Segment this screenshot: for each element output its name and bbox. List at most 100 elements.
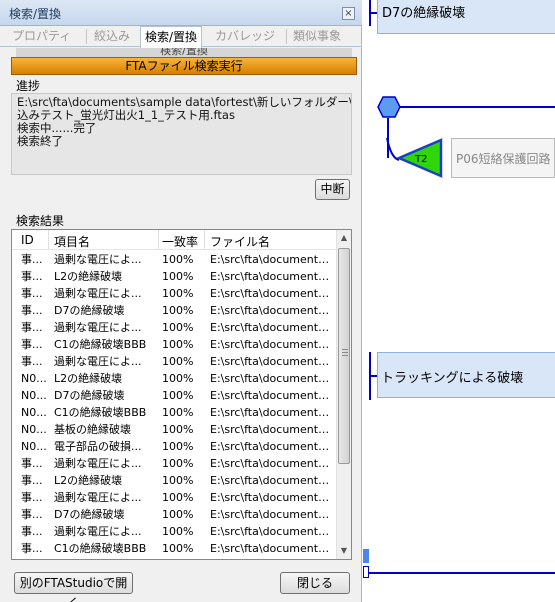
column-divider <box>204 230 205 250</box>
run-bar: 検索/置換 FTAファイル検索実行 <box>11 48 357 76</box>
cell-id: 事... <box>21 253 43 266</box>
table-row[interactable]: 事... D7の絶縁破壊 100% E:\src\fta\documents\... <box>12 302 338 319</box>
table-row[interactable]: N0... C1の絶縁破壊BBB 100% E:\src\fta\documents\… <box>12 404 338 421</box>
cell-rate: 100% <box>162 457 194 470</box>
cell-id: 事... <box>21 474 43 487</box>
column-header-rate[interactable]: 一致率 <box>162 233 198 250</box>
open-in-other-studio-button[interactable]: 別のFTAStudioで開く <box>14 572 133 602</box>
grip-line <box>342 352 348 353</box>
cell-file: E:\src\fta\documents\... <box>210 304 330 317</box>
column-divider <box>158 230 159 250</box>
cell-file: E:\src\fta\documents\... <box>210 389 330 402</box>
cell-id: 事... <box>21 304 43 317</box>
tab-similar-events[interactable]: 類似事象 <box>293 26 341 47</box>
tab-search-replace[interactable]: 検索/置換 <box>140 26 203 48</box>
table-row[interactable]: 事... 過剰な電圧によ... 100% E:\src\fta\documents\.… <box>12 455 338 472</box>
progress-log: E:\src\fta\documents\sample data\fortest… <box>11 93 352 175</box>
cell-item: 過剰な電圧によ... <box>54 525 142 538</box>
table-row[interactable]: 事... 過剰な電圧によ... 100% E:\src\fta\documents\.… <box>12 489 338 506</box>
event-node-d7[interactable]: D7の絶縁破壊 <box>377 0 555 34</box>
table-row[interactable]: 事... 過剰な電圧によ... 100% E:\src\fta\documents\.… <box>12 353 338 370</box>
progress-line: 検索終了 <box>17 134 63 148</box>
transfer-gate-icon[interactable]: T2 <box>385 136 447 180</box>
tab-filter[interactable]: 絞込み <box>94 26 130 47</box>
cell-file: E:\src\fta\documents\... <box>210 355 330 368</box>
cell-file: E:\src\fta\documents\... <box>210 253 330 266</box>
cell-item: C1の絶縁破壊BBB <box>54 406 147 419</box>
cell-file: E:\src\fta\documents\... <box>210 525 330 538</box>
cell-id: 事... <box>21 321 43 334</box>
cell-id: N0... <box>21 372 47 385</box>
event-node-p06[interactable]: P06短絡保護回路 <box>451 138 555 178</box>
cell-id: 事... <box>21 508 43 521</box>
cell-id: 事... <box>21 270 43 283</box>
cell-item: 過剰な電圧によ... <box>54 457 142 470</box>
fta-canvas[interactable]: D7の絶縁破壊 T2 P06短絡保護回路 トラッキングによる破壊 <box>363 0 555 602</box>
event-node-label: P06短絡保護回路 <box>456 152 551 166</box>
cell-rate: 100% <box>162 406 194 419</box>
close-button[interactable]: 閉じる <box>280 572 350 594</box>
cell-rate: 100% <box>162 321 194 334</box>
table-row[interactable]: 事... C1の絶縁破壊BBB 100% E:\src\fta\documents\.… <box>12 540 338 557</box>
node-marker <box>363 549 369 563</box>
cell-rate: 100% <box>162 355 194 368</box>
table-row[interactable]: 事... C1の絶縁破壊BBB 100% E:\src\fta\documents\.… <box>12 336 338 353</box>
table-row[interactable]: N0... L2の絶縁破壊 100% E:\src\fta\documents\... <box>12 370 338 387</box>
cell-item: C1の絶縁破壊BBB <box>54 542 147 555</box>
cell-file: E:\src\fta\documents\... <box>210 321 330 334</box>
cell-item: 電子部品の破損... <box>54 440 142 453</box>
fta-file-search-button[interactable]: FTAファイル検索実行 <box>11 57 357 75</box>
cell-rate: 100% <box>162 525 194 538</box>
column-header-file[interactable]: ファイル名 <box>210 233 270 250</box>
cell-id: 事... <box>21 457 43 470</box>
cell-id: N0... <box>21 406 47 419</box>
cell-item: D7の絶縁破壊 <box>54 304 125 317</box>
table-row[interactable]: 事... 過剰な電圧によ... 100% E:\src\fta\documents\.… <box>12 285 338 302</box>
column-header-id[interactable]: ID <box>21 233 49 247</box>
close-icon[interactable]: × <box>342 7 355 20</box>
results-header: ID 項目名 一致率 ファイル名 <box>12 230 338 250</box>
table-row[interactable]: 事... 過剰な電圧によ... 100% E:\src\fta\documents\.… <box>12 319 338 336</box>
table-row[interactable]: 事... D7の絶縁破壊 100% E:\src\fta\documents\... <box>12 506 338 523</box>
scroll-up-icon[interactable]: ▲ <box>337 230 351 246</box>
tab-coverage[interactable]: カバレッジ <box>215 26 275 47</box>
cell-rate: 100% <box>162 423 194 436</box>
cell-file: E:\src\fta\documents\... <box>210 372 330 385</box>
column-header-item[interactable]: 項目名 <box>54 233 90 250</box>
cell-file: E:\src\fta\documents\... <box>210 406 330 419</box>
cell-rate: 100% <box>162 372 194 385</box>
connector-line <box>369 572 555 574</box>
column-divider <box>48 230 49 250</box>
table-row[interactable]: N0... 基板の絶縁破壊 100% E:\src\fta\documents\... <box>12 421 338 438</box>
gate-hexagon-icon[interactable] <box>377 95 401 119</box>
cell-item: C1の絶縁破壊BBB <box>54 338 147 351</box>
cell-file: E:\src\fta\documents\... <box>210 440 330 453</box>
table-row[interactable]: 事... L2の絶縁破壊 100% E:\src\fta\documents\... <box>12 472 338 489</box>
results-table[interactable]: ID 項目名 一致率 ファイル名 事... 過剰な電圧によ... 100% E:\sr… <box>11 229 352 560</box>
scroll-down-icon[interactable]: ▼ <box>337 543 351 559</box>
cell-item: L2の絶縁破壊 <box>54 270 123 283</box>
cell-id: N0... <box>21 389 47 402</box>
search-replace-panel: 検索/置換 × プロパティ 絞込み 検索/置換 カバレッジ 類似事象 検索/置換… <box>0 0 362 602</box>
results-label: 検索結果 <box>16 214 65 228</box>
tab-properties[interactable]: プロパティ <box>12 26 71 47</box>
scroll-thumb[interactable] <box>338 248 350 464</box>
results-scrollbar[interactable]: ▲ ▼ <box>336 230 351 559</box>
table-row[interactable]: N0... 電子部品の破損... 100% E:\src\fta\documents\… <box>12 438 338 455</box>
cell-rate: 100% <box>162 287 194 300</box>
table-row[interactable]: 事... 過剰な電圧によ... 100% E:\src\fta\documents\.… <box>12 523 338 540</box>
cell-item: 基板の絶縁破壊 <box>54 423 131 436</box>
panel-title: 検索/置換 <box>9 7 62 21</box>
cell-file: E:\src\fta\documents\... <box>210 270 330 283</box>
progress-label: 進捗 <box>16 79 41 93</box>
cell-rate: 100% <box>162 270 194 283</box>
event-node-label: トラッキングによる破壊 <box>381 371 524 386</box>
table-row[interactable]: 事... 過剰な電圧によ... 100% E:\src\fta\documents\.… <box>12 251 338 268</box>
cell-rate: 100% <box>162 508 194 521</box>
abort-button[interactable]: 中断 <box>315 179 350 200</box>
table-row[interactable]: N0... D7の絶縁破壊 100% E:\src\fta\documents\... <box>12 387 338 404</box>
table-row[interactable]: 事... L2の絶縁破壊 100% E:\src\fta\documents\... <box>12 268 338 285</box>
cell-rate: 100% <box>162 389 194 402</box>
cell-item: 過剰な電圧によ... <box>54 491 142 504</box>
event-node-tracking[interactable]: トラッキングによる破壊 <box>377 352 555 398</box>
